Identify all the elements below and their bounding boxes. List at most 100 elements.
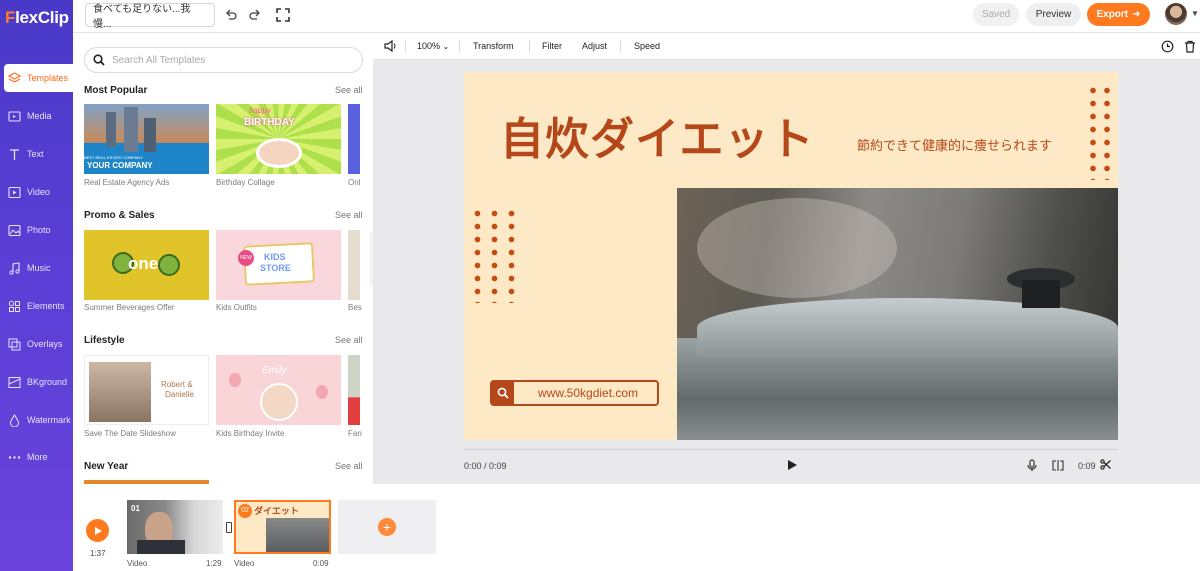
template-thumb-online[interactable] — [348, 104, 360, 174]
thumb-text: BIRTHDAY — [244, 117, 295, 128]
nav-item-text[interactable]: Text — [0, 140, 73, 168]
see-all-link[interactable]: See all — [335, 210, 363, 220]
clip-number: 02 — [238, 504, 252, 518]
trash-icon[interactable] — [1184, 40, 1196, 55]
template-thumb-summer[interactable]: one — [84, 230, 209, 300]
nav-item-photo[interactable]: Photo — [0, 216, 73, 244]
template-thumb-fan[interactable] — [348, 355, 360, 425]
nav-label: Text — [27, 149, 44, 159]
search-icon — [93, 54, 105, 66]
timeline-clip-02[interactable]: ダイエット 02 — [234, 500, 331, 554]
play-icon — [94, 526, 102, 535]
canvas-title[interactable]: 自炊ダイエット — [500, 103, 815, 167]
section-title: Most Popular — [84, 85, 148, 96]
thumb-text: NEW — [238, 250, 254, 266]
clip-type: Video — [234, 559, 255, 568]
canvas-subtitle[interactable]: 節約できて健康的に痩せられます — [857, 135, 1052, 154]
canvas-url-box[interactable]: www.50kgdiet.com — [490, 380, 659, 406]
nav-label: Video — [27, 187, 50, 197]
left-nav: FlexClip Templates Media Text Video Phot… — [0, 0, 73, 571]
edit-toolbar: 100% ⌄ Transform Filter Adjust Speed — [373, 33, 1200, 60]
dots-decoration-top-right — [1086, 84, 1114, 180]
template-label: Save The Date Slideshow — [84, 429, 176, 438]
template-thumb-kids-birthday[interactable]: Emily — [216, 355, 341, 425]
clip-type: Video — [127, 559, 148, 568]
template-thumb-best[interactable] — [348, 230, 360, 300]
filter-button[interactable]: Filter — [542, 41, 562, 51]
nav-item-more[interactable]: More — [0, 443, 73, 471]
split-icon[interactable] — [1052, 460, 1064, 474]
video-canvas[interactable]: 自炊ダイエット 節約できて健康的に痩せられます www.50kgdiet.com — [464, 72, 1118, 440]
search-icon — [492, 382, 514, 404]
chevron-down-icon[interactable]: ▼ — [1191, 9, 1199, 18]
nav-item-background[interactable]: BKground — [0, 368, 73, 396]
template-thumb-real-estate[interactable]: BEST REAL ESTATE COMPANY YOUR COMPANY — [84, 104, 209, 174]
thumb-text: one — [128, 254, 159, 273]
nav-label: Overlays — [27, 339, 63, 349]
microphone-icon[interactable] — [1027, 459, 1037, 475]
avatar[interactable] — [1165, 3, 1187, 25]
nav-item-templates[interactable]: Templates — [4, 64, 73, 92]
see-all-link[interactable]: See all — [335, 461, 363, 471]
template-label: Fan — [348, 429, 362, 438]
watermark-icon — [8, 413, 21, 427]
total-duration: 1:37 — [90, 549, 106, 558]
template-label: Kids Outfits — [216, 303, 257, 312]
transition-icon[interactable] — [226, 522, 232, 533]
nav-label: Media — [27, 111, 52, 121]
template-thumb-kids[interactable]: NEW KIDS STORE — [216, 230, 341, 300]
see-all-link[interactable]: See all — [335, 85, 363, 95]
template-label: Bes — [348, 303, 362, 312]
nav-item-elements[interactable]: Elements — [0, 292, 73, 320]
nav-item-video[interactable]: Video — [0, 178, 73, 206]
music-icon — [8, 261, 21, 275]
play-icon[interactable] — [786, 459, 798, 471]
speed-button[interactable]: Speed — [634, 41, 660, 51]
canvas-url: www.50kgdiet.com — [538, 386, 639, 400]
nav-label: Watermark — [27, 415, 71, 425]
volume-icon[interactable] — [384, 39, 397, 54]
overlays-icon — [8, 338, 21, 351]
transform-button[interactable]: Transform — [473, 41, 514, 51]
clip-overlay-text: ダイエット — [254, 506, 299, 516]
project-title-input[interactable]: 食べても足りない...我慢... — [85, 3, 215, 30]
undo-icon[interactable] — [223, 7, 239, 23]
nav-item-media[interactable]: Media — [0, 102, 73, 130]
export-button[interactable]: Export ➜ — [1087, 3, 1150, 26]
thumb-text: BEST REAL ESTATE COMPANY — [84, 155, 143, 160]
see-all-link[interactable]: See all — [335, 335, 363, 345]
thumb-text: Emily — [262, 365, 287, 376]
arrow-right-icon: ➜ — [1132, 9, 1141, 20]
thumb-text: Robert & — [161, 380, 193, 389]
timeline-play-button[interactable] — [86, 519, 109, 542]
text-icon — [8, 148, 21, 161]
zoom-select[interactable]: 100% ⌄ — [417, 41, 449, 51]
timeline-clip-01[interactable]: 01 — [127, 500, 223, 554]
search-input[interactable]: Search All Templates — [84, 47, 363, 73]
media-icon — [8, 110, 21, 123]
timeline: 1:37 01 Video 1:29 ダイエット 02 Video 0:09 + — [73, 484, 1200, 571]
add-clip-button[interactable]: + — [338, 500, 436, 554]
section-title: Promo & Sales — [84, 210, 155, 221]
flexclip-logo[interactable]: FlexClip — [5, 8, 69, 28]
adjust-button[interactable]: Adjust — [582, 41, 607, 51]
cooking-pot-photo — [677, 188, 1118, 440]
plus-icon: + — [378, 518, 396, 536]
nav-item-watermark[interactable]: Watermark — [0, 406, 73, 434]
redo-icon[interactable] — [247, 7, 263, 23]
editor-area: 100% ⌄ Transform Filter Adjust Speed 自炊ダ… — [373, 33, 1200, 484]
nav-label: Templates — [27, 73, 69, 83]
nav-label: BKground — [27, 377, 68, 387]
section-title: Lifestyle — [84, 335, 125, 346]
nav-item-music[interactable]: Music — [0, 254, 73, 282]
preview-button[interactable]: Preview — [1026, 3, 1081, 26]
nav-item-overlays[interactable]: Overlays — [0, 330, 73, 358]
scissors-icon[interactable] — [1100, 459, 1111, 473]
template-thumb-save-the-date[interactable]: Robert & Danielle — [84, 355, 209, 425]
fullscreen-icon[interactable] — [275, 7, 291, 23]
playback-progress-bar[interactable] — [464, 449, 1118, 450]
clip-duration: 0:09 — [313, 559, 329, 568]
clock-icon[interactable] — [1161, 40, 1174, 55]
clip-number: 01 — [131, 504, 140, 513]
template-thumb-birthday[interactable]: happy BIRTHDAY — [216, 104, 341, 174]
